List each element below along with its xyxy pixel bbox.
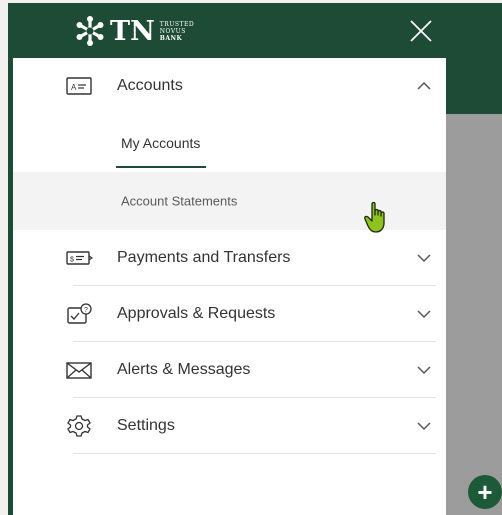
- snowflake-logo-icon: [76, 16, 104, 46]
- payment-card-icon: $: [66, 251, 93, 265]
- submenu-label-account-statements: Account Statements: [121, 193, 238, 209]
- menu-label-accounts: Accounts: [117, 77, 183, 94]
- envelope-icon: [66, 362, 92, 379]
- hand-cursor-icon: [364, 201, 385, 233]
- tagline-line-3: BANK: [159, 34, 183, 42]
- brand-logo: TN TRUSTED NOVUS BANK: [74, 15, 194, 47]
- menu-divider: [73, 453, 436, 454]
- brand-tagline: TRUSTED NOVUS BANK: [160, 21, 194, 42]
- add-button[interactable]: +: [468, 475, 502, 509]
- menu-label-settings: Settings: [117, 417, 175, 434]
- tagline-line-2: NOVUS: [159, 27, 186, 35]
- account-card-icon: A: [66, 77, 92, 95]
- approval-icon: ?: [67, 303, 92, 324]
- menu-label-payments: Payments and Transfers: [117, 249, 291, 266]
- menu-label-alerts: Alerts & Messages: [117, 361, 251, 378]
- navigation-drawer: TN TRUSTED NOVUS BANK A Accounts My Acco…: [8, 3, 451, 515]
- plus-icon: +: [477, 477, 493, 507]
- menu-item-approvals[interactable]: ? Approvals & Requests: [13, 286, 446, 342]
- active-indicator: [116, 166, 206, 168]
- chevron-down-icon[interactable]: [416, 253, 432, 263]
- chevron-down-icon[interactable]: [416, 309, 432, 319]
- menu-item-alerts[interactable]: Alerts & Messages: [13, 342, 446, 398]
- svg-text:?: ?: [84, 307, 88, 314]
- menu-item-payments[interactable]: $ Payments and Transfers: [13, 230, 446, 286]
- drawer-menu: A Accounts My Accounts Account Statement…: [13, 58, 446, 454]
- brand-name: TN: [110, 15, 155, 47]
- menu-item-settings[interactable]: Settings: [13, 398, 446, 454]
- tagline-line-1: TRUSTED: [159, 20, 195, 28]
- menu-label-approvals: Approvals & Requests: [117, 305, 276, 322]
- svg-text:$: $: [70, 257, 74, 264]
- chevron-down-icon[interactable]: [416, 365, 432, 375]
- chevron-up-icon[interactable]: [416, 81, 432, 91]
- svg-text:A: A: [71, 83, 77, 92]
- chevron-down-icon[interactable]: [416, 421, 432, 431]
- submenu-label-my-accounts: My Accounts: [121, 135, 201, 151]
- app-frame: + TN TRUSTED NOVUS BANK A Accounts My Ac…: [8, 3, 502, 515]
- gear-icon: [67, 415, 91, 437]
- menu-item-accounts[interactable]: A Accounts: [13, 58, 446, 114]
- drawer-header: TN TRUSTED NOVUS BANK: [8, 3, 451, 58]
- close-icon[interactable]: [408, 18, 434, 44]
- submenu-item-my-accounts[interactable]: My Accounts: [13, 114, 446, 172]
